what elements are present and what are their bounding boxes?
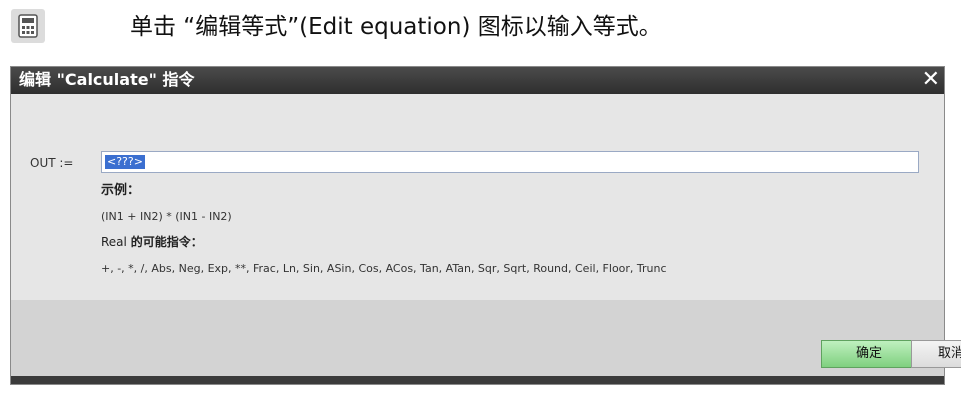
calculator-icon[interactable] — [11, 9, 45, 43]
equation-input-value: <???> — [105, 155, 145, 169]
instructions-prefix: Real — [101, 235, 127, 249]
edit-calculate-dialog: 编辑 "Calculate" 指令 ✕ OUT := <???> 示例： (IN… — [10, 66, 961, 385]
instructions-list: +, -, *, /, Abs, Neg, Exp, **, Frac, Ln,… — [101, 262, 667, 275]
example-expression: (IN1 + IN2) * (IN1 - IN2) — [101, 210, 232, 223]
instruction-text: 单击 “编辑等式”(Edit equation) 图标以输入等式。 — [130, 14, 662, 40]
dialog-titlebar: 编辑 "Calculate" 指令 ✕ — [11, 67, 944, 94]
equation-input[interactable]: <???> — [101, 151, 919, 173]
out-label: OUT := — [30, 156, 74, 170]
cancel-button[interactable]: 取消 — [911, 340, 961, 368]
ok-button[interactable]: 确定 — [821, 340, 917, 368]
possible-instructions-title: Real 的可能指令： — [101, 233, 203, 251]
dialog-bottom-bar — [11, 376, 944, 384]
close-icon[interactable]: ✕ — [922, 68, 940, 92]
instructions-title-text: 的可能指令： — [130, 235, 203, 249]
example-title: 示例： — [101, 183, 141, 198]
dialog-title: 编辑 "Calculate" 指令 — [19, 70, 195, 89]
dialog-footer — [11, 300, 944, 376]
